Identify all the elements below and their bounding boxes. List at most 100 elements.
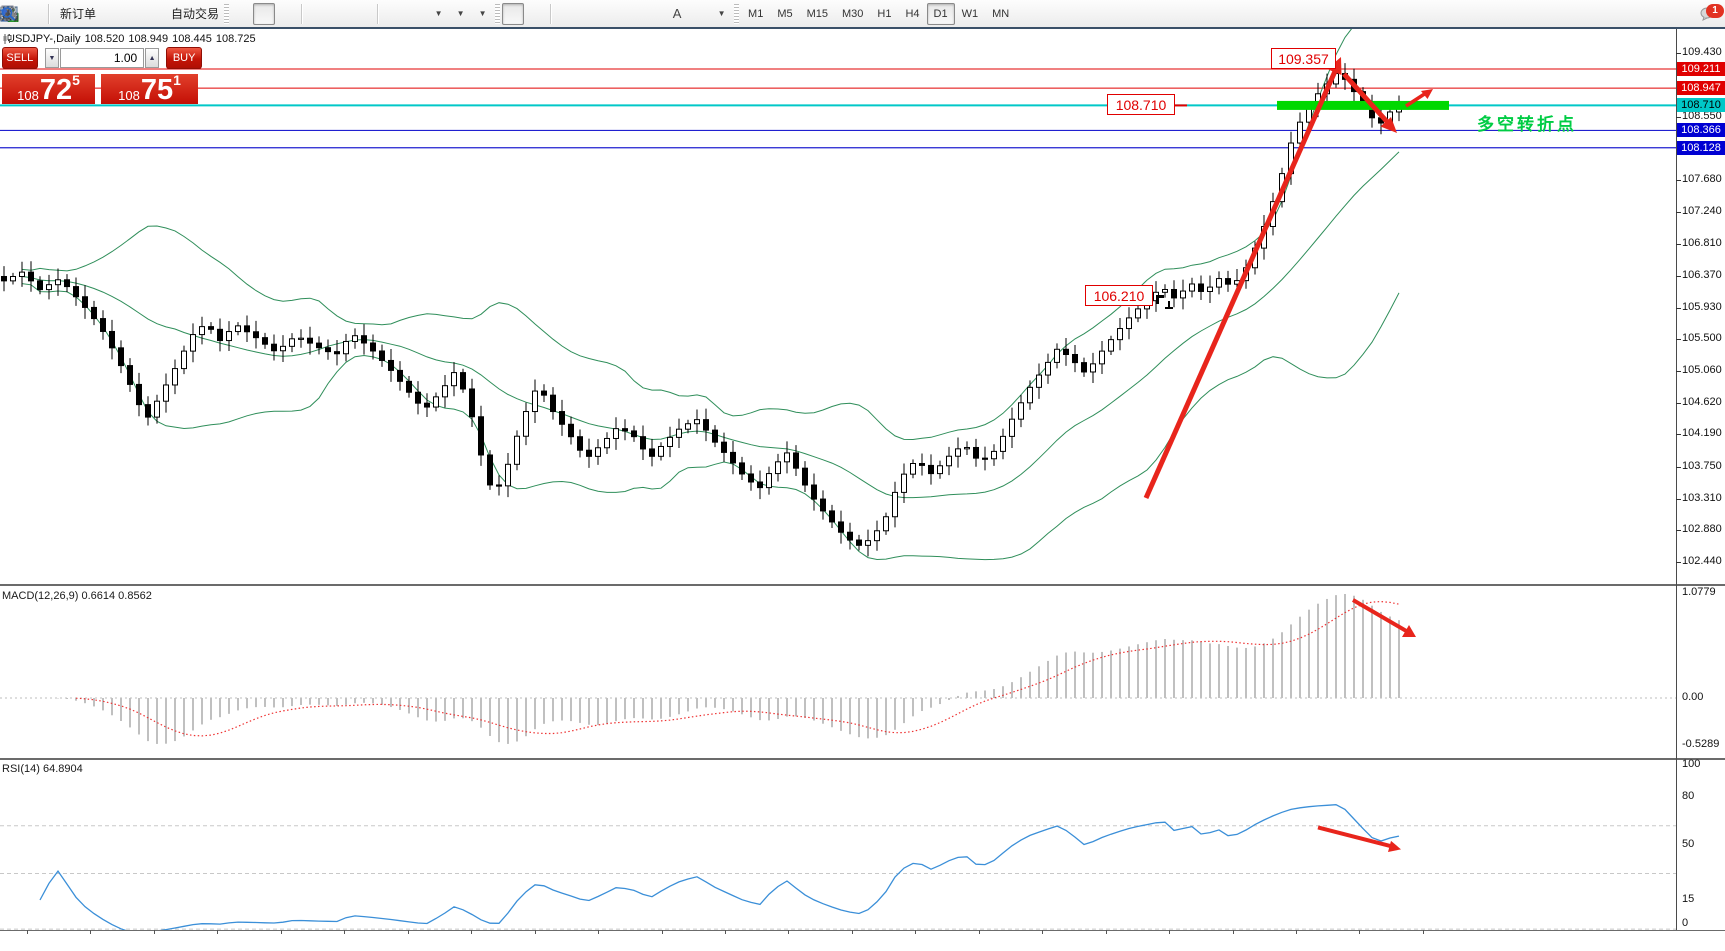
bear-candle[interactable] — [974, 447, 979, 458]
text-label-tool-icon[interactable]: T — [688, 3, 710, 25]
bull-candle[interactable] — [1163, 289, 1168, 292]
bear-candle[interactable] — [335, 352, 340, 354]
bear-candle[interactable] — [317, 343, 322, 348]
bear-candle[interactable] — [848, 532, 853, 540]
bear-candle[interactable] — [731, 452, 736, 463]
bear-candle[interactable] — [479, 417, 484, 455]
bear-candle[interactable] — [569, 424, 574, 436]
bull-candle[interactable] — [353, 336, 358, 342]
bear-candle[interactable] — [1226, 279, 1231, 285]
bear-candle[interactable] — [578, 437, 583, 451]
bull-candle[interactable] — [434, 397, 439, 407]
bear-candle[interactable] — [425, 403, 430, 407]
chart-shift-icon[interactable] — [405, 3, 427, 25]
bear-candle[interactable] — [920, 464, 925, 466]
bear-candle[interactable] — [1199, 284, 1204, 291]
bear-candle[interactable] — [704, 420, 709, 430]
volume-increase-button[interactable]: ▲ — [145, 48, 159, 68]
timeframe-button-d1[interactable]: D1 — [927, 3, 955, 25]
buy-button[interactable]: BUY — [166, 47, 202, 69]
indicators-icon[interactable]: f ▼ — [427, 3, 449, 25]
bull-candle[interactable] — [884, 517, 889, 531]
bear-candle[interactable] — [1073, 354, 1078, 362]
bull-candle[interactable] — [659, 446, 664, 456]
green-turning-point-band[interactable] — [1277, 101, 1449, 110]
bear-candle[interactable] — [749, 474, 754, 482]
down-trend-arrow[interactable] — [1344, 74, 1390, 125]
bear-candle[interactable] — [488, 455, 493, 485]
zoom-out-icon[interactable] — [329, 3, 351, 25]
bear-candle[interactable] — [254, 332, 259, 338]
bear-candle[interactable] — [470, 389, 475, 417]
trendline-tool-icon[interactable] — [600, 3, 622, 25]
bull-candle[interactable] — [1109, 340, 1114, 351]
bear-candle[interactable] — [857, 540, 862, 545]
bear-candle[interactable] — [389, 360, 394, 370]
bear-candle[interactable] — [416, 392, 421, 403]
notifications-icon[interactable]: 1 — [1699, 3, 1721, 25]
timeframe-button-m5[interactable]: M5 — [770, 3, 799, 25]
bull-candle[interactable] — [1136, 309, 1141, 318]
bull-candle[interactable] — [776, 462, 781, 474]
bear-candle[interactable] — [146, 405, 151, 417]
rsi-line[interactable] — [40, 805, 1399, 930]
cn-turning-point-note[interactable]: 多空转折点 — [1477, 110, 1577, 135]
pane-separator[interactable] — [0, 758, 1725, 760]
bear-candle[interactable] — [551, 395, 556, 411]
bull-candle[interactable] — [290, 339, 295, 347]
bull-candle[interactable] — [1208, 287, 1213, 291]
bull-candle[interactable] — [236, 326, 241, 332]
bull-candle[interactable] — [200, 327, 205, 335]
bull-candle[interactable] — [596, 448, 601, 457]
deposit-icon[interactable] — [99, 3, 121, 25]
bear-candle[interactable] — [407, 381, 412, 392]
auto-scroll-icon[interactable] — [383, 3, 405, 25]
bear-candle[interactable] — [272, 344, 277, 351]
bull-candle[interactable] — [344, 341, 349, 353]
bull-candle[interactable] — [956, 449, 961, 456]
bear-candle[interactable] — [1064, 349, 1069, 354]
bull-candle[interactable] — [695, 420, 700, 424]
support-price-annotation[interactable]: 106.210 — [1085, 285, 1153, 306]
bull-candle[interactable] — [11, 276, 16, 280]
volume-input[interactable]: 1.00 — [60, 48, 144, 68]
bull-candle[interactable] — [1118, 329, 1123, 340]
bull-candle[interactable] — [938, 466, 943, 474]
bear-candle[interactable] — [839, 522, 844, 532]
bear-candle[interactable] — [929, 465, 934, 473]
line-chart-type-icon[interactable] — [275, 3, 297, 25]
bear-candle[interactable] — [362, 336, 367, 343]
bull-candle[interactable] — [1046, 362, 1051, 375]
bear-candle[interactable] — [650, 449, 655, 456]
timeframe-button-mn[interactable]: MN — [985, 3, 1016, 25]
bull-candle[interactable] — [1037, 375, 1042, 387]
bull-candle[interactable] — [20, 272, 25, 276]
bear-candle[interactable] — [722, 442, 727, 452]
bull-candle[interactable] — [785, 453, 790, 462]
bull-candle[interactable] — [911, 464, 916, 475]
bull-candle[interactable] — [155, 401, 160, 417]
bull-candle[interactable] — [902, 474, 907, 492]
bear-candle[interactable] — [119, 348, 124, 366]
rsi-down-arrow[interactable] — [1318, 827, 1392, 846]
peak-price-annotation[interactable]: 109.357 — [1271, 48, 1336, 69]
bear-candle[interactable] — [461, 373, 466, 389]
bear-candle[interactable] — [38, 281, 43, 290]
bull-candle[interactable] — [506, 464, 511, 486]
swing-low-marker[interactable] — [1165, 301, 1173, 308]
bear-candle[interactable] — [560, 412, 565, 425]
bear-candle[interactable] — [794, 453, 799, 468]
bar-chart-type-icon[interactable] — [231, 3, 253, 25]
bear-candle[interactable] — [326, 348, 331, 352]
bull-candle[interactable] — [533, 391, 538, 411]
bull-candle[interactable] — [1181, 291, 1186, 298]
fibonacci-tool-icon[interactable]: F — [644, 3, 666, 25]
bear-candle[interactable] — [65, 280, 70, 287]
bull-candle[interactable] — [965, 447, 970, 448]
bear-candle[interactable] — [29, 272, 34, 281]
bull-candle[interactable] — [686, 424, 691, 429]
bull-candle[interactable] — [1298, 122, 1303, 143]
bull-candle[interactable] — [515, 436, 520, 464]
bear-candle[interactable] — [371, 343, 376, 351]
auto-trading-button[interactable]: 自动交易 — [165, 3, 222, 25]
